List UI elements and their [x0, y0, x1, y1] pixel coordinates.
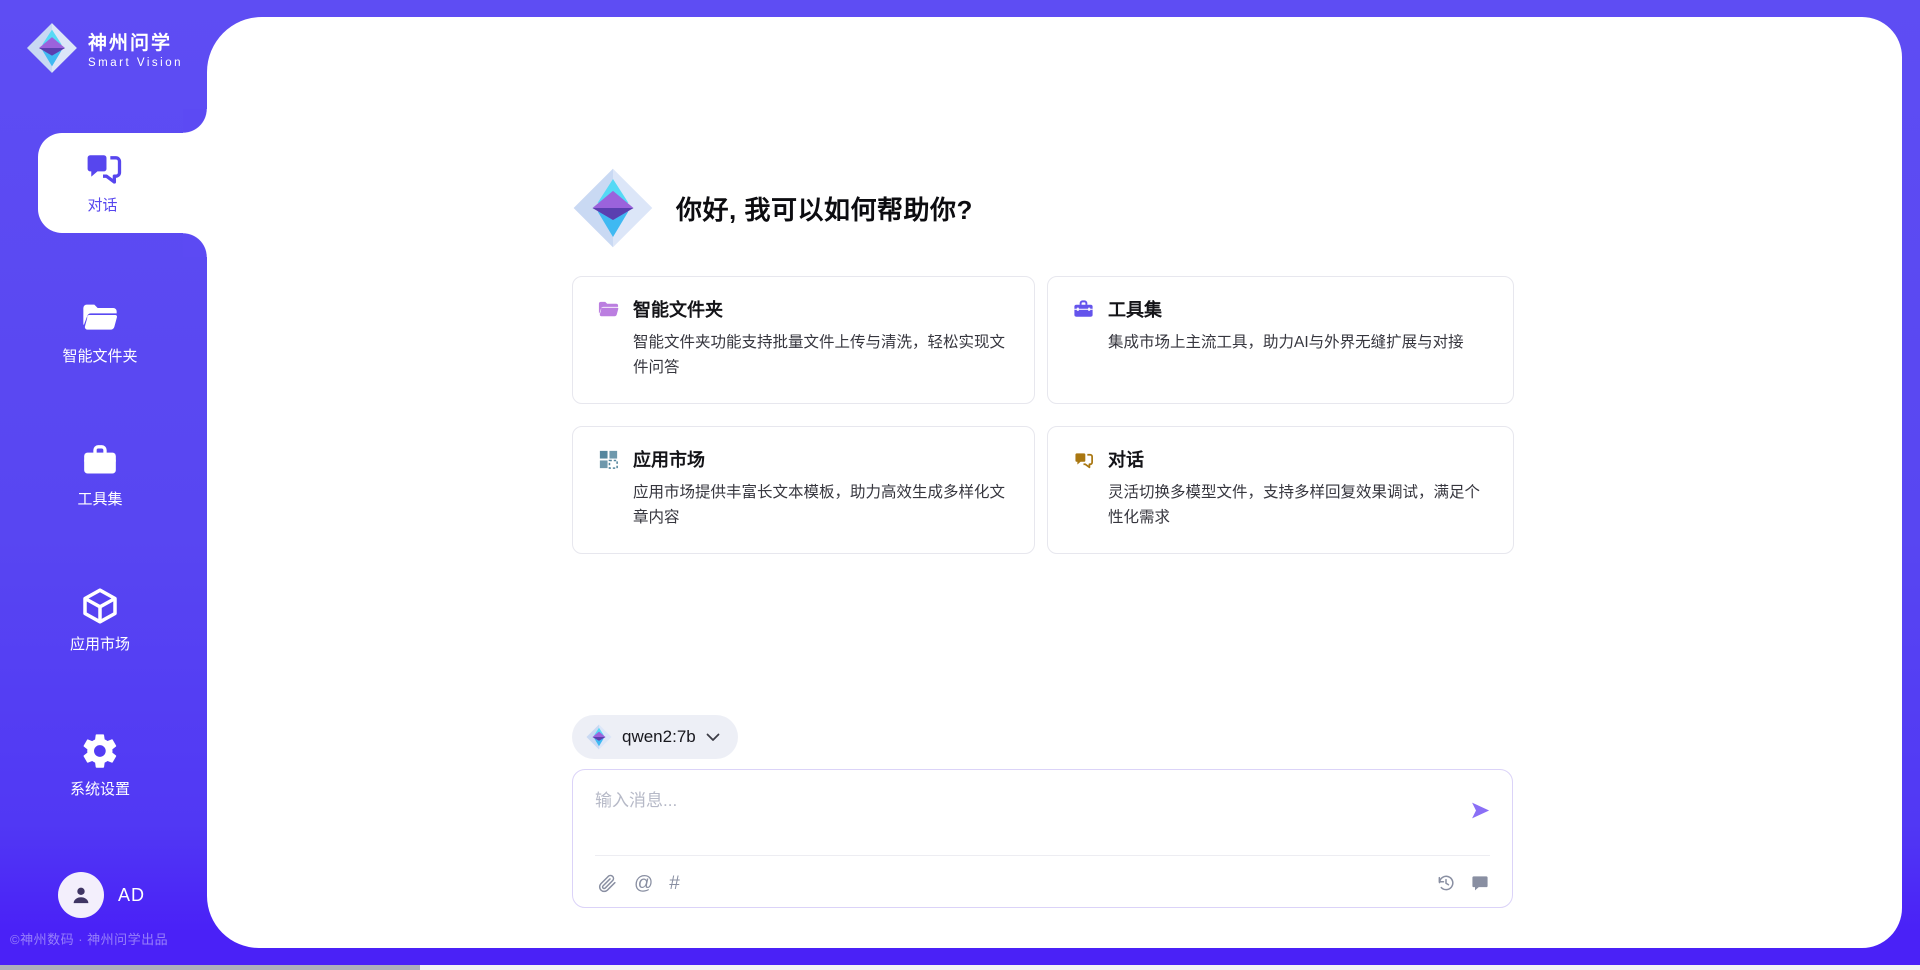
- card-title: 工具集: [1108, 296, 1162, 322]
- sidebar-item-label: 工具集: [77, 488, 122, 509]
- user-name: AD: [118, 885, 145, 906]
- chevron-down-icon: [706, 733, 720, 742]
- user-account[interactable]: AD: [58, 872, 145, 918]
- folder-icon: [80, 298, 120, 338]
- brand: 神州问学 Smart Vision: [26, 22, 183, 74]
- card-description: 灵活切换多模型文件，支持多样回复效果调试，满足个性化需求: [1108, 481, 1489, 531]
- sidebar-item-smart-folder[interactable]: 智能文件夹: [20, 298, 180, 366]
- chat-icon: [1072, 448, 1095, 471]
- brand-subtitle: Smart Vision: [88, 57, 183, 69]
- sidebar-item-app-market[interactable]: 应用市场: [20, 586, 180, 654]
- message-composer: @ #: [572, 769, 1513, 908]
- card-title: 对话: [1108, 446, 1144, 472]
- user-avatar-icon: [68, 882, 94, 908]
- sidebar-item-label: 智能文件夹: [62, 345, 137, 366]
- toolbox-icon: [1072, 298, 1095, 321]
- card-chat[interactable]: 对话 灵活切换多模型文件，支持多样回复效果调试，满足个性化需求: [1047, 426, 1514, 554]
- sidebar-item-label: 应用市场: [70, 633, 130, 654]
- horizontal-scrollbar[interactable]: [0, 965, 1920, 970]
- card-app-market[interactable]: 应用市场 应用市场提供丰富长文本模板，助力高效生成多样化文章内容: [572, 426, 1035, 554]
- main-panel: 你好, 我可以如何帮助你? 智能文件夹 智能文件夹功能支持批量文件上传与清洗，轻…: [207, 17, 1902, 948]
- avatar: [58, 872, 104, 918]
- composer-divider: [595, 855, 1490, 856]
- card-description: 集成市场上主流工具，助力AI与外界无缝扩展与对接: [1108, 331, 1489, 356]
- mention-icon[interactable]: @: [634, 873, 653, 894]
- history-icon[interactable]: [1436, 873, 1456, 893]
- sidebar-item-label: 对话: [87, 194, 117, 215]
- greeting-title: 你好, 我可以如何帮助你?: [676, 190, 973, 227]
- horizontal-scrollbar-thumb[interactable]: [0, 965, 420, 970]
- sidebar-item-label: 系统设置: [70, 778, 130, 799]
- card-description: 智能文件夹功能支持批量文件上传与清洗，轻松实现文件问答: [633, 331, 1010, 381]
- sidebar-item-chat[interactable]: 对话: [38, 133, 207, 233]
- sidebar: 神州问学 Smart Vision 对话 智能文件夹 工具集 应用市场 系统设置…: [0, 0, 207, 970]
- cube-icon: [80, 586, 120, 626]
- greeting-diamond-logo-icon: [572, 167, 654, 249]
- folder-icon: [597, 298, 620, 321]
- hashtag-icon[interactable]: #: [669, 873, 680, 894]
- grid-icon: [597, 448, 620, 471]
- card-description: 应用市场提供丰富长文本模板，助力高效生成多样化文章内容: [633, 481, 1010, 531]
- sidebar-item-toolset[interactable]: 工具集: [20, 441, 180, 509]
- feedback-icon[interactable]: [1470, 873, 1490, 893]
- card-title: 应用市场: [633, 446, 705, 472]
- send-icon[interactable]: [1469, 799, 1492, 822]
- feature-cards: 智能文件夹 智能文件夹功能支持批量文件上传与清洗，轻松实现文件问答 工具集 集成…: [572, 276, 1514, 554]
- active-tab-fillet-bottom: [183, 233, 207, 257]
- card-title: 智能文件夹: [633, 296, 723, 322]
- sidebar-item-settings[interactable]: 系统设置: [20, 731, 180, 799]
- brand-name: 神州问学: [88, 28, 183, 55]
- active-tab-fillet-top: [183, 109, 207, 133]
- chat-icon: [81, 145, 125, 189]
- greeting: 你好, 我可以如何帮助你?: [572, 167, 973, 249]
- gear-icon: [80, 731, 120, 771]
- toolbox-icon: [80, 441, 120, 481]
- sidebar-footer-text: ©神州数码 · 神州问学出品: [10, 929, 168, 948]
- model-selector[interactable]: qwen2:7b: [572, 715, 738, 759]
- brand-diamond-logo-icon: [26, 22, 78, 74]
- message-input[interactable]: [595, 786, 1452, 846]
- card-smart-folder[interactable]: 智能文件夹 智能文件夹功能支持批量文件上传与清洗，轻松实现文件问答: [572, 276, 1035, 404]
- attach-icon[interactable]: [597, 873, 618, 894]
- card-toolset[interactable]: 工具集 集成市场上主流工具，助力AI与外界无缝扩展与对接: [1047, 276, 1514, 404]
- model-name: qwen2:7b: [622, 727, 696, 747]
- model-diamond-logo-icon: [586, 724, 612, 750]
